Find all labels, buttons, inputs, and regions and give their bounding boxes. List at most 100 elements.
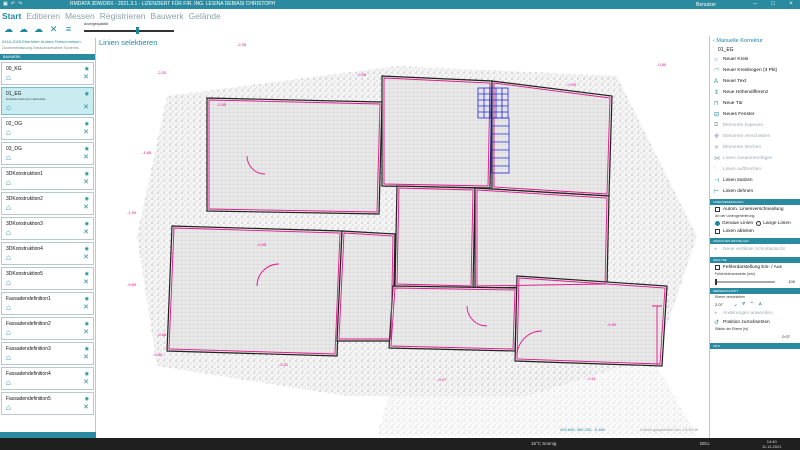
visibility-icon[interactable]: ◉ [85, 66, 89, 72]
visibility-icon[interactable]: ◉ [85, 196, 89, 202]
weather-widget[interactable]: 15°C Sonnig [531, 441, 556, 446]
chevron-down-icon[interactable]: ⌄ [733, 301, 738, 308]
tool-item[interactable]: ⫶ Linien aufbrechen [710, 164, 800, 175]
shift-plane-value[interactable]: 2.07 [715, 302, 729, 307]
close-icon[interactable]: × [782, 0, 800, 9]
exact-lines-radio[interactable] [715, 220, 720, 226]
account-label[interactable]: Benutzer [696, 2, 746, 8]
level-item[interactable]: 03_DG ⌂ ◉ ✕ [1, 142, 94, 165]
long-lines-radio[interactable] [756, 220, 762, 226]
visibility-icon[interactable]: ◉ [85, 121, 89, 127]
delete-icon[interactable]: ✕ [83, 304, 89, 312]
tool-item[interactable]: ✕ Elemente löschen [710, 142, 800, 153]
tab-start[interactable]: Start [2, 11, 21, 21]
tab-registrieren[interactable]: Registrieren [100, 11, 146, 21]
level-item[interactable]: 02_OG ⌂ ◉ ✕ [1, 117, 94, 140]
derive-lines-checkbox[interactable]: Linien ableiten [710, 227, 800, 236]
level-item[interactable]: 3DKonstruktion5 ⌂ ◉ ✕ [1, 267, 94, 290]
visibility-icon[interactable]: ◉ [85, 396, 89, 402]
tool-item[interactable]: ⋈ Linien zusammenfügen [710, 153, 800, 164]
floor-plan-view[interactable]: -2.35 -2.20 -2.55 -1.85 -1.90 -0.95 -0.69 -0.35… [97, 36, 709, 438]
delete-icon[interactable]: ✕ [83, 129, 89, 137]
level-item[interactable]: 00_KG ⌂ ◉ ✕ [1, 62, 94, 85]
visibility-icon[interactable]: ◉ [85, 221, 89, 227]
tool-item[interactable]: ⧉ Elemente kopieren [710, 120, 800, 131]
tool-item[interactable]: ⊓ Neue Tür [710, 98, 800, 109]
layers-icon[interactable]: ≡ [63, 23, 74, 35]
level-item[interactable]: Fassadendefinition2 ⌂ ◉ ✕ [1, 317, 94, 340]
section-header-info[interactable]: INFO [710, 343, 800, 349]
visibility-icon[interactable]: ◉ [85, 91, 89, 97]
minimize-icon[interactable]: – [746, 0, 764, 9]
tool-item[interactable]: ⊟ Neues Fenster [710, 109, 800, 120]
apply-changes-button[interactable]: + Änderungen anwenden [710, 309, 800, 318]
level-item[interactable]: Fassadendefinition3 ⌂ ◉ ✕ [1, 342, 94, 365]
delete-icon[interactable]: ✕ [83, 179, 89, 187]
tolerance-slider[interactable] [715, 278, 775, 285]
tool-item[interactable]: ⇕ Neue Höhendifferenz [710, 87, 800, 98]
delete-icon[interactable]: ✕ [83, 229, 89, 237]
level-item[interactable]: 01_EG Erdstelle Referenz Höhenlinie ⌂ ◉ ✕ [1, 87, 94, 115]
language-indicator[interactable]: DEU [700, 441, 710, 446]
tool-item[interactable]: ⊣ Linien stutzen [710, 175, 800, 186]
delete-icon[interactable]: ✕ [83, 254, 89, 262]
undo-icon[interactable]: ↶ [11, 0, 15, 9]
delete-icon[interactable]: ✕ [83, 279, 89, 287]
cloud-sync-icon[interactable]: ☁ [33, 23, 44, 35]
tool-item[interactable]: ◠ Neuer Kreisbogen (3 Pkt) [710, 65, 800, 76]
section-header-plane[interactable]: EBENENSCHNITT [710, 288, 800, 294]
quality-slider-thumb[interactable] [136, 27, 140, 34]
error-display-box[interactable] [715, 265, 720, 270]
delete-icon[interactable]: ✕ [83, 404, 89, 412]
tab-messen[interactable]: Messen [65, 11, 95, 21]
pointcloud-canvas[interactable]: -2.35 -2.20 -2.55 -1.85 -1.90 -0.95 -0.69 -0.35… [97, 36, 709, 438]
tool-item[interactable]: ⊢ Linien dehnen [710, 186, 800, 197]
level-item[interactable]: Fassadendefinition4 ⌂ ◉ ✕ [1, 367, 94, 390]
reset-position-button[interactable]: ↺ Position zurücksetzen [710, 318, 800, 327]
level-item[interactable]: 3DKonstruktion2 ⌂ ◉ ✕ [1, 192, 94, 215]
tab-gelaende[interactable]: Gelände [189, 11, 221, 21]
tab-editieren[interactable]: Editieren [26, 11, 60, 21]
auto-join-box[interactable] [715, 207, 720, 212]
tool-item[interactable]: ○ Neuer Kreis [710, 54, 800, 65]
visibility-icon[interactable]: ◉ [85, 146, 89, 152]
cloud-save-icon[interactable]: ☁ [18, 23, 29, 35]
chevron-up-icon[interactable]: ⌃ [749, 301, 754, 308]
visibility-icon[interactable]: ◉ [85, 271, 89, 277]
derive-lines-box[interactable] [715, 229, 720, 234]
visibility-icon[interactable]: ◉ [85, 346, 89, 352]
quality-slider-track[interactable] [84, 30, 174, 32]
new-vertical-section-button[interactable]: + Neue vertikale Schnittansicht [710, 244, 800, 255]
auto-join-checkbox[interactable]: Autom. Linienverschneidung [710, 205, 800, 214]
level-item[interactable]: Fassadendefinition1 ⌂ ◉ ✕ [1, 292, 94, 315]
level-item[interactable]: 3DKonstruktion3 ⌂ ◉ ✕ [1, 217, 94, 240]
clock[interactable]: 14:40 11.11.2021 [762, 439, 781, 449]
level-item[interactable]: Fassadendefinition5 ⌂ ◉ ✕ [1, 392, 94, 415]
tolerance-slider-thumb[interactable] [715, 278, 717, 285]
visibility-icon[interactable]: ◉ [85, 371, 89, 377]
delete-icon[interactable]: ✕ [83, 104, 89, 112]
tool-item[interactable]: A Neuer Text [710, 76, 800, 87]
visibility-icon[interactable]: ◉ [85, 246, 89, 252]
cloud-open-icon[interactable]: ☁ [3, 23, 14, 35]
delete-icon[interactable]: ✕ [83, 329, 89, 337]
manual-correction-header[interactable]: ‹ Manuelle Korrektur [710, 36, 800, 46]
delete-icon[interactable]: ✕ [83, 154, 89, 162]
level-item[interactable]: 3DKonstruktion1 ⌂ ◉ ✕ [1, 167, 94, 190]
tools-icon[interactable]: ✕ [48, 23, 59, 35]
tab-bauwerk[interactable]: Bauwerk [151, 11, 184, 21]
line-mode-radio[interactable]: Genaue Linien Lange Linien [710, 219, 800, 227]
delete-icon[interactable]: ✕ [83, 74, 89, 82]
tolerance-slider-row[interactable]: 100 [710, 277, 800, 286]
double-chevron-down-icon[interactable]: ⩔ [742, 301, 745, 308]
visibility-icon[interactable]: ◉ [85, 171, 89, 177]
delete-icon[interactable]: ✕ [83, 204, 89, 212]
level-item[interactable]: 3DKonstruktion4 ⌂ ◉ ✕ [1, 242, 94, 265]
maximize-icon[interactable]: □ [764, 0, 782, 9]
quality-slider[interactable]: Anzeigequalität [84, 22, 174, 35]
delete-icon[interactable]: ✕ [83, 354, 89, 362]
delete-icon[interactable]: ✕ [83, 379, 89, 387]
thickness-value[interactable]: 0.07 [782, 334, 790, 339]
visibility-icon[interactable]: ◉ [85, 296, 89, 302]
save-icon[interactable]: ▣ [3, 0, 8, 9]
